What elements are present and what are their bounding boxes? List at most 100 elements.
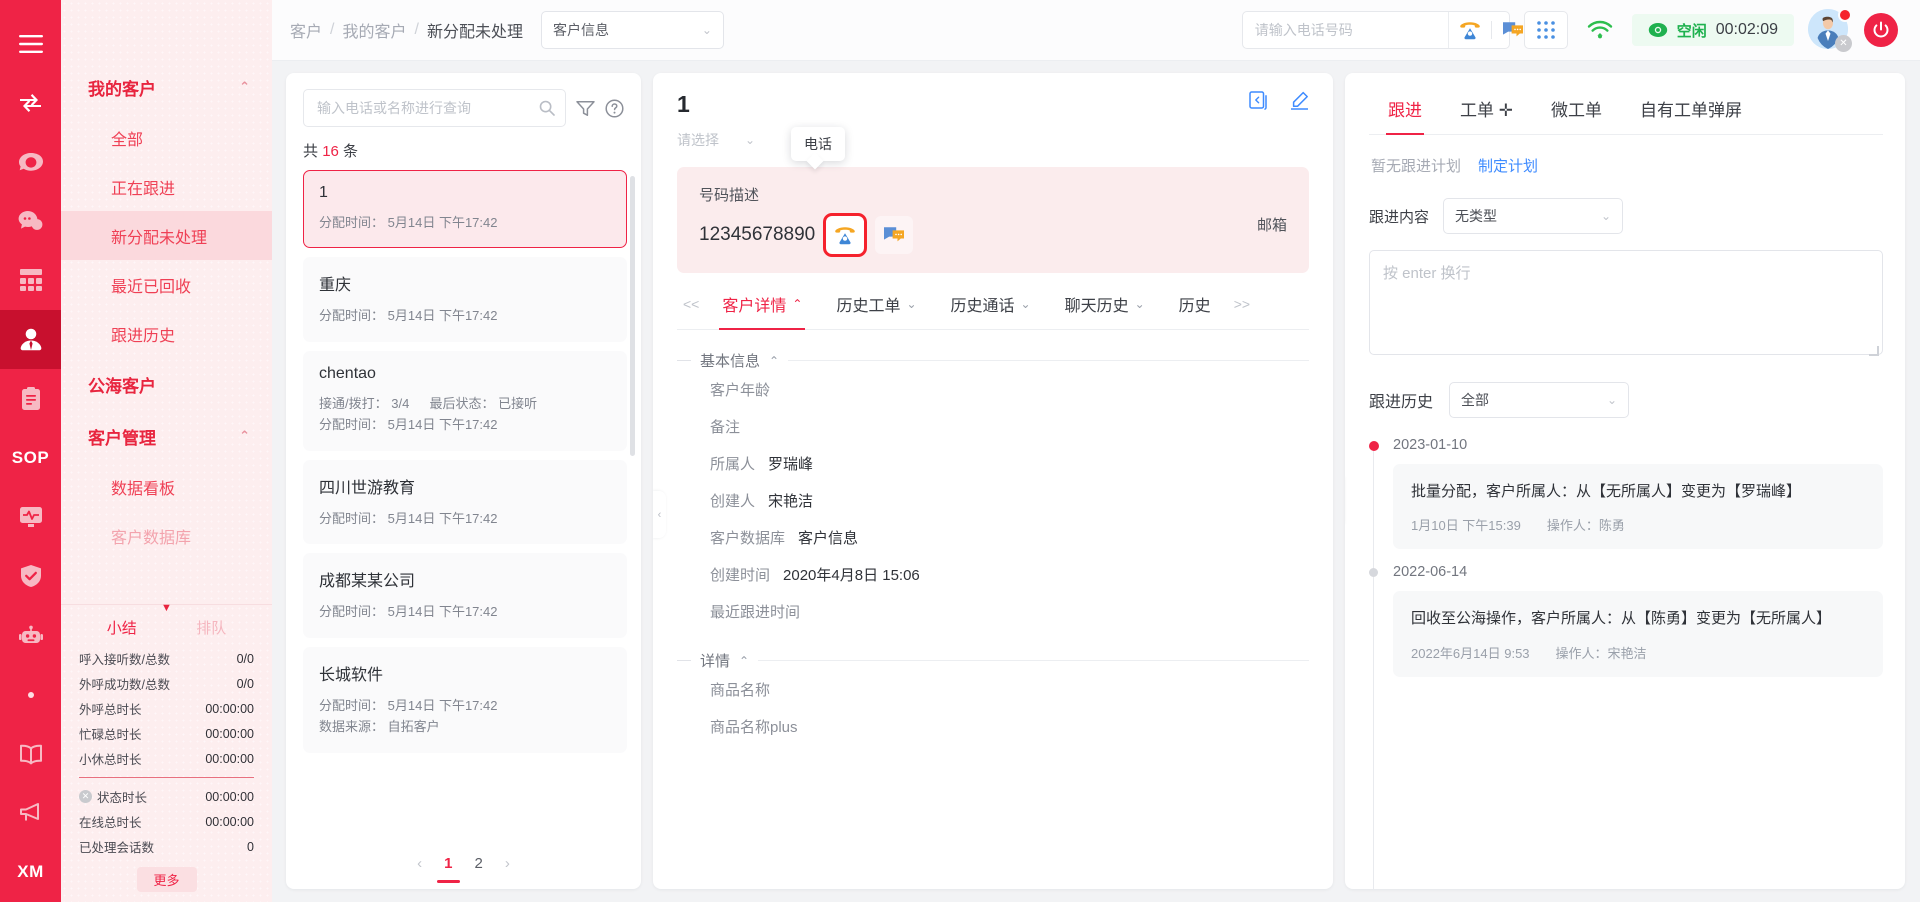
network-status-icon[interactable] (1582, 20, 1618, 40)
section-title: 详情 (700, 653, 731, 670)
sop-icon[interactable]: SOP (0, 428, 61, 487)
copy-icon[interactable] (1249, 91, 1268, 110)
app-root: SOP XM 我的客户 ⌃ 全部 正在跟进 新分配未处理 最近已回收 跟进历史 … (0, 0, 1920, 902)
history-filter-value: 全部 (1461, 392, 1490, 408)
clipboard-icon[interactable] (0, 369, 61, 428)
tab-own-ticket-popup[interactable]: 自有工单弹屏 (1621, 87, 1761, 134)
sidebar-item-follow-history[interactable]: 跟进历史 (61, 309, 272, 358)
list-scrollbar[interactable] (630, 176, 635, 456)
call-phone-icon[interactable] (823, 213, 868, 257)
tab-ticket-add[interactable]: 工单 ✛ (1441, 87, 1532, 134)
tab-history-tickets[interactable]: 历史工单 ⌄ (819, 292, 933, 329)
menu-toggle-icon[interactable] (0, 14, 61, 73)
shield-icon[interactable] (0, 547, 61, 606)
list-item[interactable]: 四川世游教育 分配时间： 5月14日 下午17:42 (303, 459, 627, 545)
chevron-up-icon[interactable]: ⌃ (239, 428, 250, 444)
stats-tab-queue[interactable]: 排队 (196, 617, 226, 638)
stats-more-button[interactable]: 更多 (136, 867, 197, 892)
field-label: 商品名称 (710, 682, 771, 699)
search-icon[interactable] (539, 100, 555, 116)
pagination-page-2[interactable]: 2 (472, 853, 486, 874)
megaphone-icon[interactable] (0, 784, 61, 843)
sidebar-item-label: 全部 (111, 131, 144, 149)
textarea-resize-grip[interactable] (1869, 346, 1879, 356)
tab-history-calls[interactable]: 历史通话 ⌄ (934, 292, 1048, 329)
list-pagination: ‹ 1 2 › (286, 837, 641, 889)
transfer-icon[interactable] (0, 73, 61, 132)
help-icon[interactable] (605, 98, 624, 118)
book-icon[interactable] (0, 724, 61, 783)
stats-tab-summary[interactable]: 小结 (107, 617, 137, 638)
avatar-close-icon[interactable]: ✕ (1835, 35, 1852, 52)
tabs-scroll-right[interactable]: >> (1228, 296, 1256, 325)
pagination-next[interactable]: › (502, 853, 513, 874)
sidebar-item-label: 数据看板 (111, 480, 176, 498)
tabs-scroll-left[interactable]: << (677, 296, 705, 325)
status-timer: 00:02:09 (1715, 21, 1778, 38)
stat-row: 小休总时长 00:00:00 (77, 746, 256, 771)
sidebar-item-following[interactable]: 正在跟进 (61, 162, 272, 211)
sidebar-item-all[interactable]: 全部 (61, 113, 272, 162)
chevron-up-icon[interactable]: ⌃ (239, 79, 250, 95)
search-input[interactable] (317, 100, 539, 116)
dial-call-icon[interactable] (1449, 12, 1491, 48)
breadcrumb-item-customer[interactable]: 客户 (290, 18, 322, 42)
sidebar-item-dashboard[interactable]: 数据看板 (61, 462, 272, 511)
dot-icon[interactable] (0, 665, 61, 724)
sidebar-group-label: 客户管理 (88, 428, 156, 448)
sidebar-group-customer-management[interactable]: 客户管理 ⌃ (61, 410, 272, 462)
field-row: 客户数据库 客户信息 (677, 519, 1309, 556)
robot-icon[interactable] (0, 606, 61, 665)
dialpad-button[interactable] (1523, 11, 1568, 49)
field-label: 客户数据库 (710, 530, 786, 547)
list-item[interactable]: 1 分配时间： 5月14日 下午17:42 (303, 170, 627, 249)
followup-type-select[interactable]: 无类型 ⌄ (1443, 198, 1624, 234)
grid-icon[interactable] (0, 251, 61, 310)
list-item[interactable]: 成都某某公司 分配时间： 5月14日 下午17:42 (303, 553, 627, 638)
followup-history-filter[interactable]: 全部 ⌄ (1449, 382, 1630, 418)
timeline-time: 1月10日 下午15:39 (1411, 518, 1521, 534)
list-item[interactable]: chentao 接通/拨打： 3/4 最后状态： 已接听 分配时间： 5月14日… (303, 350, 627, 451)
chat-icon[interactable] (0, 192, 61, 251)
list-item[interactable]: 重庆 分配时间： 5月14日 下午17:42 (303, 257, 627, 342)
stat-label: 呼入接听数/总数 (79, 653, 170, 667)
customer-tag-select[interactable]: 请选择 ⌄ (677, 130, 1309, 150)
monitor-icon[interactable] (0, 488, 61, 547)
phone-icon[interactable] (0, 132, 61, 191)
followup-note-textarea[interactable] (1369, 250, 1883, 355)
sidebar-item-customer[interactable] (0, 310, 61, 370)
sidebar-group-my-customers[interactable]: 我的客户 ⌃ (61, 61, 272, 113)
detail-collapse-left-handle[interactable]: ‹ (653, 491, 666, 538)
avatar[interactable]: ✕ (1808, 8, 1852, 52)
sidebar-item-customer-database[interactable]: 客户数据库 (61, 511, 272, 560)
stat-label: 已处理会话数 (79, 841, 155, 855)
pagination-page-1[interactable]: 1 (437, 853, 460, 883)
sidebar-item-recently-recycled[interactable]: 最近已回收 (61, 260, 272, 309)
tab-customer-detail[interactable]: 客户详情 ⌃ (705, 292, 819, 330)
sidebar-group-public-pool[interactable]: 公海客户 (61, 358, 272, 410)
edit-pencil-icon[interactable] (1290, 91, 1309, 110)
tab-micro-ticket[interactable]: 微工单 (1532, 87, 1621, 134)
tab-history-more[interactable]: 历史 (1162, 292, 1228, 329)
tab-label: 客户详情 (722, 298, 787, 315)
send-message-icon[interactable] (875, 216, 914, 254)
agent-status-badge[interactable]: 空闲 00:02:09 (1631, 14, 1794, 46)
followup-tabs: 跟进 工单 ✛ 微工单 自有工单弹屏 (1369, 87, 1883, 135)
close-circle-icon[interactable]: ✕ (79, 790, 92, 803)
tab-chat-history[interactable]: 聊天历史 ⌄ (1048, 292, 1162, 329)
pagination-prev[interactable]: ‹ (414, 853, 425, 874)
database-select[interactable]: 客户信息 ⌄ (540, 11, 724, 49)
chevron-up-icon[interactable]: ⌃ (739, 654, 749, 668)
chevron-up-icon[interactable]: ⌃ (769, 354, 779, 368)
list-item[interactable]: 长城软件 分配时间： 5月14日 下午17:42 数据来源： 自拓客户 (303, 646, 627, 753)
list-item-call-stats: 接通/拨打： 3/4 最后状态： 已接听 (319, 393, 611, 414)
breadcrumb-item-my-customers[interactable]: 我的客户 (342, 18, 406, 42)
logout-power-button[interactable] (1864, 13, 1898, 47)
phone-number-input[interactable] (1242, 12, 1448, 48)
tab-followup[interactable]: 跟进 (1369, 87, 1441, 135)
filter-icon[interactable] (576, 100, 595, 117)
xm-icon[interactable]: XM (0, 843, 61, 902)
create-plan-link[interactable]: 制定计划 (1478, 155, 1538, 176)
sidebar-item-new-unhandled[interactable]: 新分配未处理 (61, 211, 272, 260)
list-scroll-region[interactable]: 1 分配时间： 5月14日 下午17:42 重庆 分配时间： 5月14日 下午1… (286, 170, 641, 837)
